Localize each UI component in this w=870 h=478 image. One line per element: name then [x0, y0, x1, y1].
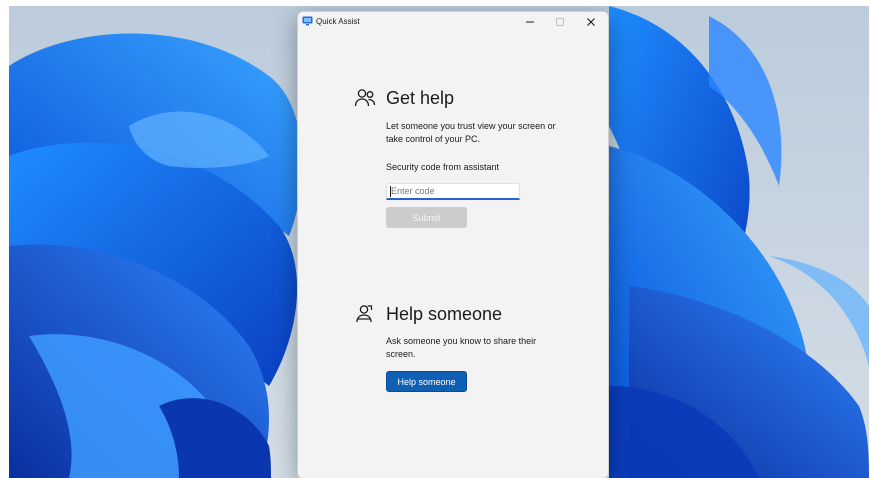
- quick-assist-icon: [302, 16, 313, 26]
- window-title: Quick Assist: [316, 17, 360, 26]
- security-code-label: Security code from assistant: [386, 162, 500, 172]
- help-someone-button[interactable]: Help someone: [386, 371, 467, 392]
- maximize-icon: [556, 18, 564, 26]
- get-help-heading: Get help: [386, 88, 455, 108]
- desktop: Quick Assist Get help Let someone you tr…: [9, 6, 869, 478]
- people-icon: [354, 89, 376, 107]
- title-bar[interactable]: Quick Assist: [298, 12, 608, 32]
- minimize-button[interactable]: [515, 12, 545, 32]
- close-button[interactable]: [576, 12, 606, 32]
- window-content: Get help Let someone you trust view your…: [298, 32, 608, 478]
- minimize-icon: [526, 21, 534, 23]
- get-help-description: Let someone you trust view your screen o…: [386, 121, 556, 144]
- help-someone-description: Ask someone you know to share their scre…: [386, 336, 537, 359]
- help-someone-heading: Help someone: [386, 304, 503, 324]
- quick-assist-window: Quick Assist Get help Let someone you tr…: [297, 11, 609, 478]
- text-caret: [390, 186, 391, 197]
- close-icon: [587, 18, 595, 26]
- maximize-button[interactable]: [545, 12, 575, 32]
- person-assist-icon: [356, 305, 373, 323]
- security-code-input[interactable]: [386, 183, 520, 200]
- submit-button[interactable]: Submit: [386, 207, 467, 228]
